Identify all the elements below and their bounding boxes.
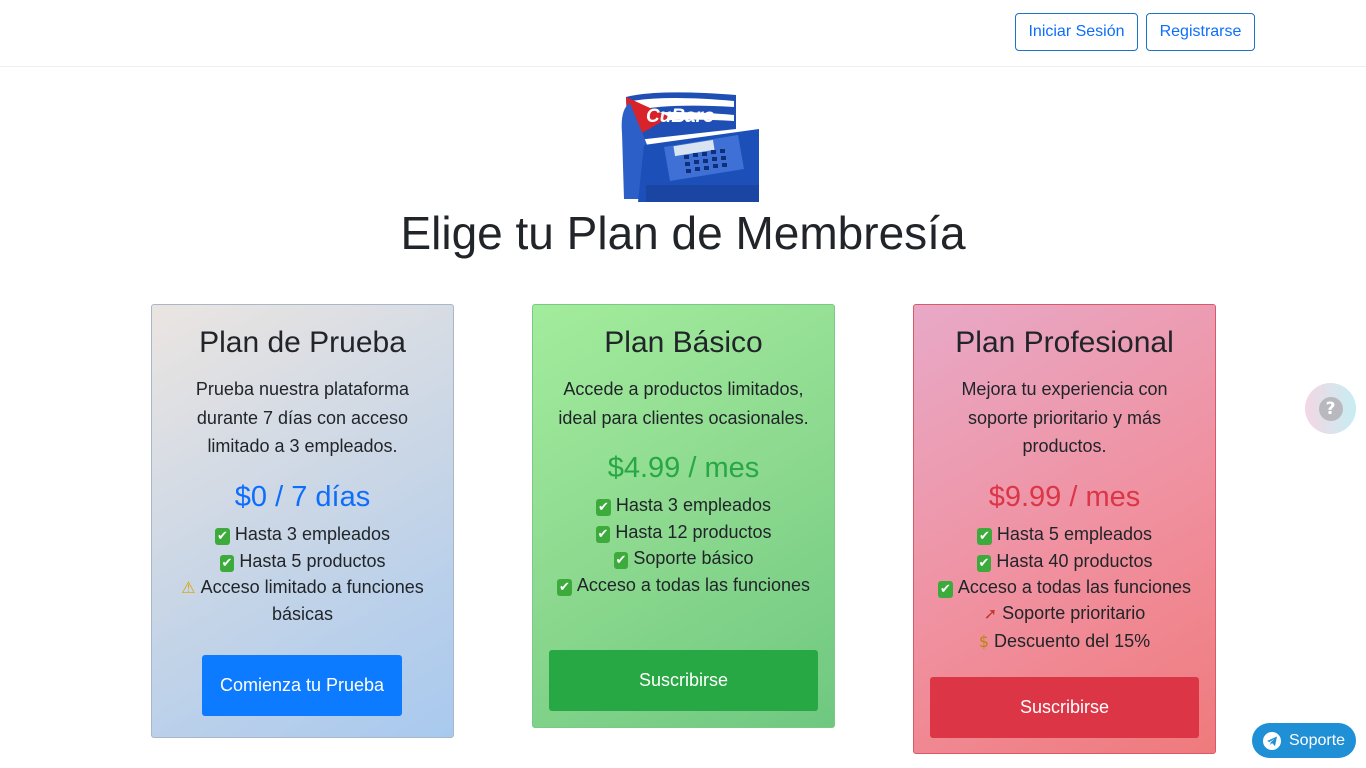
feature-item: ✔ Acceso a todas las funciones	[556, 574, 811, 596]
plan-title: Plan de Prueba	[199, 326, 406, 359]
feature-item: ✔ Hasta 12 productos	[595, 521, 772, 543]
logo-text: CuBaro	[646, 106, 715, 127]
plan-description: Mejora tu experiencia con soporte priori…	[961, 379, 1168, 457]
support-button[interactable]: Soporte	[1252, 723, 1356, 758]
check-icon: ✔	[215, 528, 230, 546]
start-trial-button[interactable]: Comienza tu Prueba	[202, 655, 402, 716]
check-icon: ✔	[219, 554, 235, 572]
top-navbar: Iniciar Sesión Registrarse	[0, 0, 1366, 67]
check-icon: ✔	[613, 552, 629, 570]
cubaro-logo: CuBaro	[621, 92, 759, 202]
feature-item: ⚠ Acceso limitado a funciones básicas	[181, 576, 424, 625]
feature-item: ✔ Hasta 5 productos	[219, 550, 386, 572]
check-icon: ✔	[977, 528, 992, 546]
feature-item: ✔ Acceso a todas las funciones	[937, 576, 1192, 598]
login-button[interactable]: Iniciar Sesión	[1015, 13, 1138, 51]
plan-title: Plan Profesional	[955, 326, 1174, 359]
feature-item: ✔ Soporte básico	[613, 548, 754, 570]
feature-list: ✔ Hasta 3 empleados ✔ Hasta 5 productos ⚠ A…	[152, 521, 453, 628]
help-button[interactable]: ?	[1305, 383, 1356, 434]
warning-icon: ⚠	[181, 577, 196, 597]
check-icon: ✔	[976, 554, 992, 572]
page-title: Elige tu Plan de Membresía	[400, 207, 966, 259]
check-icon: ✔	[556, 578, 572, 596]
plan-price: $0 / 7 días	[234, 481, 371, 514]
subscribe-pro-button[interactable]: Suscribirse	[930, 677, 1199, 738]
rocket-icon: ➚	[983, 604, 998, 624]
plan-price: $4.99 / mes	[607, 452, 760, 485]
question-icon: ?	[1318, 396, 1343, 421]
register-button[interactable]: Registrarse	[1146, 13, 1255, 51]
feature-item: ✔ Hasta 5 empleados	[977, 524, 1152, 546]
plan-title: Plan Básico	[604, 326, 763, 359]
feature-item: ✔ Hasta 3 empleados	[596, 495, 771, 517]
feature-item: ✔ Hasta 40 productos	[976, 550, 1153, 572]
money-bag-icon: $	[978, 631, 990, 651]
feature-item: ➚ Soporte prioritario	[983, 603, 1146, 624]
support-label: Soporte	[1289, 731, 1346, 749]
feature-item: $ Descuento del 15%	[978, 630, 1151, 651]
telegram-icon	[1263, 731, 1281, 750]
plan-card-professional: Plan Profesional Mejora tu experiencia c…	[913, 304, 1216, 754]
plan-description: Prueba nuestra plataforma durante 7 días…	[195, 379, 410, 457]
feature-list: ✔ Hasta 5 empleados ✔ Hasta 40 productos ✔…	[914, 521, 1215, 655]
plan-description: Accede a productos limitados, ideal para…	[558, 379, 809, 428]
feature-list: ✔ Hasta 3 empleados ✔ Hasta 12 productos ✔…	[533, 492, 834, 598]
plan-price: $9.99 / mes	[988, 481, 1141, 514]
check-icon: ✔	[937, 580, 953, 598]
plan-card-trial: Plan de Prueba Prueba nuestra plataforma…	[151, 304, 454, 738]
feature-item: ✔ Hasta 3 empleados	[215, 524, 390, 546]
check-icon: ✔	[595, 525, 611, 543]
subscribe-basic-button[interactable]: Suscribirse	[549, 650, 818, 711]
check-icon: ✔	[596, 499, 611, 517]
plan-card-basic: Plan Básico Accede a productos limitados…	[532, 304, 835, 728]
